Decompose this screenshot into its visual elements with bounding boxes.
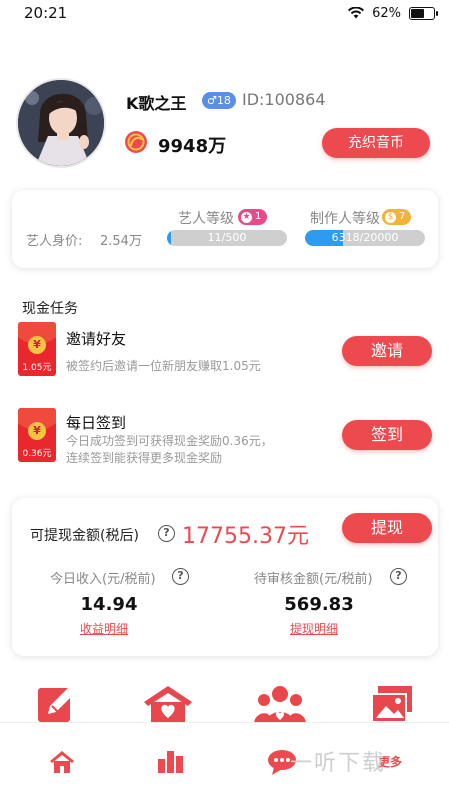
artist-level-progress: 11/500 (167, 230, 287, 246)
help-icon[interactable]: ? (172, 568, 189, 585)
tab-home-icon[interactable] (42, 747, 82, 777)
today-income-label: 今日收入(元/税前) (50, 572, 156, 587)
income-detail-link[interactable]: 收益明细 (80, 620, 128, 637)
producer-level-progress: 6318/20000 (305, 230, 425, 246)
pending-amount-label: 待审核金额(元/税前) (254, 572, 373, 587)
artist-level-label: 艺人等级 (178, 211, 234, 227)
task-desc-checkin-1: 今日成功签到可获得现金奖励0.36元， (66, 434, 273, 448)
home-heart-icon[interactable] (142, 684, 194, 724)
cash-card: 可提现金额(税后) ? 17755.37元 提现 今日收入(元/税前) ? 14… (12, 498, 438, 656)
withdraw-button[interactable]: 提现 (342, 513, 432, 543)
user-id: ID:100864 (242, 90, 326, 109)
withdrawable-label: 可提现金额(税后) (30, 528, 139, 544)
artist-level-badge: ★ 1 (238, 209, 268, 225)
coin-balance: 9948万 (158, 136, 227, 157)
producer-level-badge: $ 7 (382, 209, 412, 225)
task-desc-invite: 被签约后邀请一位新朋友赚取1.05元 (66, 359, 261, 373)
avatar-image (18, 80, 104, 166)
artist-progress-text: 11/500 (207, 231, 247, 244)
photo-gallery-icon[interactable] (370, 684, 414, 724)
withdrawable-amount: 17755.37元 (182, 524, 309, 549)
status-bar: 20:21 62% (0, 0, 449, 26)
envelope-amount: 0.36元 (22, 449, 52, 459)
yuan-coin-icon: ¥ (28, 336, 46, 354)
group-icon[interactable] (254, 684, 306, 724)
red-envelope-icon: ¥ 0.36元 (18, 408, 56, 462)
help-icon[interactable]: ? (158, 525, 175, 542)
section-title-cash-tasks: 现金任务 (22, 301, 78, 317)
invite-button[interactable]: 邀请 (342, 336, 432, 366)
today-income-value: 14.94 (80, 594, 138, 615)
dollar-icon: $ (385, 211, 396, 223)
worth-label: 艺人身价: (26, 234, 83, 249)
profile-header: K歌之王 ♂18 ID:100864 9948万 充织音币 (0, 70, 449, 180)
status-time: 20:21 (24, 4, 68, 22)
help-icon[interactable]: ? (390, 568, 407, 585)
gender-age-badge: ♂18 (202, 92, 236, 109)
bottom-tab-bar: 更多 一听下载 (0, 722, 449, 800)
nickname: K歌之王 (126, 94, 187, 113)
task-desc-checkin-2: 连续签到能获得更多现金奖励 (66, 451, 223, 465)
watermark: 一听下载 (290, 751, 387, 776)
battery-icon (409, 6, 438, 20)
status-right: 62% (348, 5, 438, 21)
tab-ranking-icon[interactable] (150, 747, 190, 777)
avatar[interactable] (16, 78, 106, 168)
pending-amount-value: 569.83 (284, 594, 354, 615)
yuan-coin-icon: ¥ (28, 422, 46, 440)
level-card: 艺人身价: 2.54万 艺人等级 ★ 1 11/500 制作人等级 $ 7 63… (12, 190, 438, 268)
recharge-button[interactable]: 充织音币 (322, 128, 430, 158)
withdraw-detail-link[interactable]: 提现明细 (290, 620, 338, 637)
task-title-invite: 邀请好友 (66, 330, 127, 348)
coin-icon (125, 131, 147, 153)
task-title-checkin: 每日签到 (66, 414, 127, 432)
checkin-button[interactable]: 签到 (342, 420, 432, 450)
envelope-amount: 1.05元 (22, 363, 52, 373)
edit-icon[interactable] (36, 684, 80, 724)
red-envelope-icon: ¥ 1.05元 (18, 322, 56, 376)
star-icon: ★ (241, 211, 252, 223)
producer-level-label: 制作人等级 (310, 211, 380, 227)
battery-percent: 62% (372, 5, 401, 21)
battery-fill (411, 8, 424, 18)
artist-level-value: 1 (255, 211, 262, 222)
producer-level-value: 7 (399, 211, 406, 222)
worth-value: 2.54万 (100, 234, 142, 249)
producer-progress-text: 6318/20000 (331, 231, 399, 244)
wifi-icon (348, 7, 365, 19)
